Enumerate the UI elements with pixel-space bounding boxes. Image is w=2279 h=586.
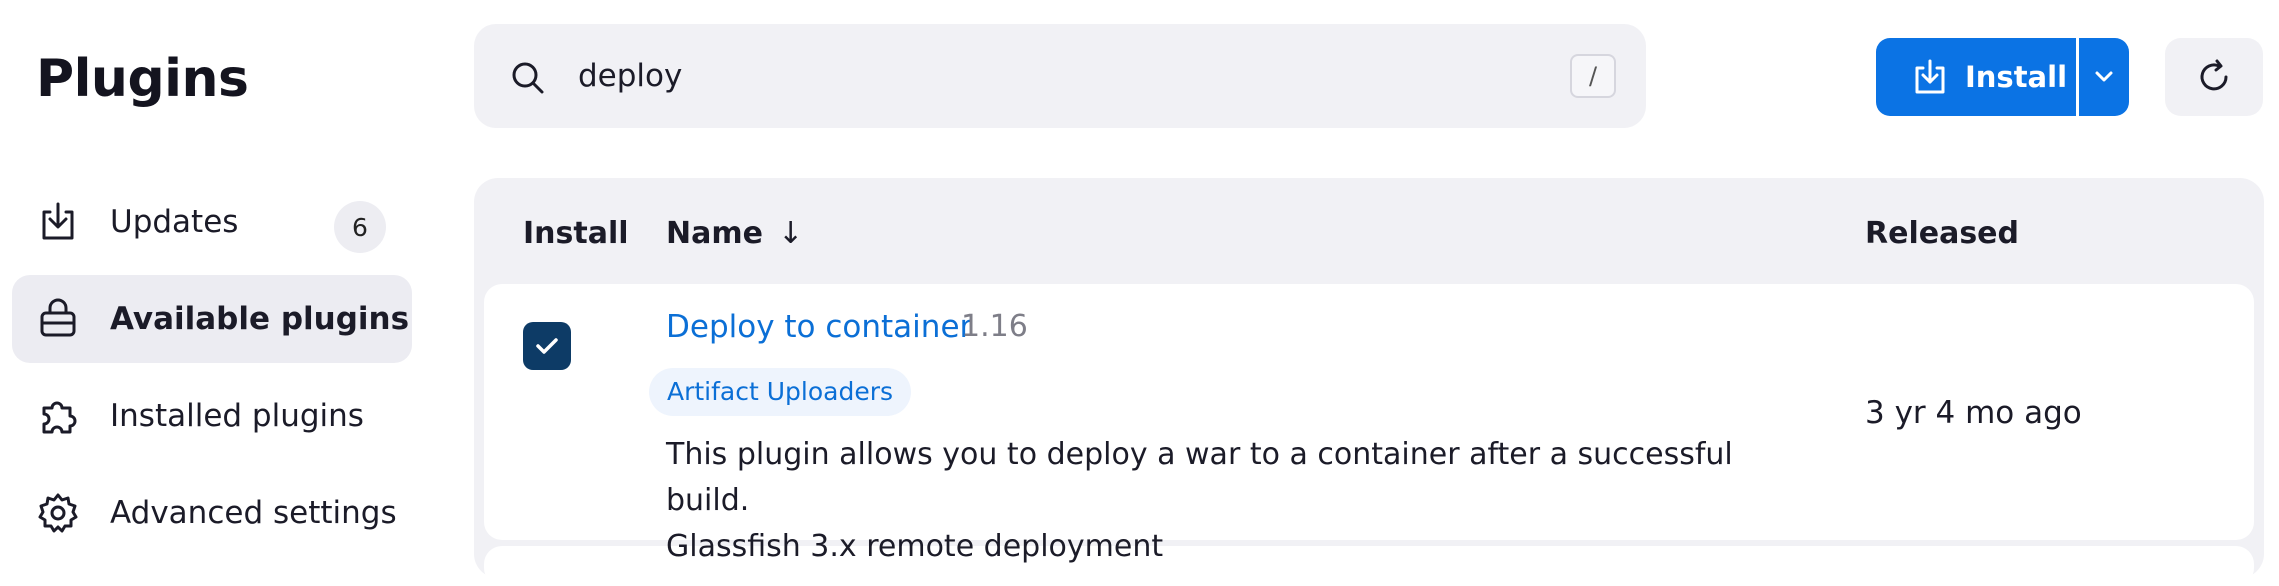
chevron-down-icon	[2095, 71, 2113, 82]
search-input[interactable]	[578, 52, 1478, 100]
shopping-bag-icon	[40, 298, 76, 337]
column-header-released[interactable]: Released	[1865, 214, 2019, 254]
keyboard-shortcut-hint: /	[1570, 54, 1616, 98]
column-header-install: Install	[523, 216, 629, 251]
sidebar-item-label: Updates	[110, 204, 239, 240]
refresh-button[interactable]	[2165, 38, 2263, 116]
description-line: Glassfish 3.x remote deployment	[666, 529, 1164, 564]
page-title: Plugins	[36, 49, 249, 109]
plugin-name-link[interactable]: Deploy to container	[666, 306, 972, 348]
install-checkbox[interactable]	[523, 322, 571, 370]
sidebar-item-label: Advanced settings	[110, 495, 397, 531]
download-tray-icon	[42, 202, 74, 240]
refresh-icon	[2200, 59, 2228, 91]
column-header-name[interactable]: Name	[666, 214, 763, 254]
install-button-label: Install	[1965, 60, 2068, 94]
updates-count-badge: 6	[334, 201, 386, 253]
released-date: 3 yr 4 mo ago	[1865, 395, 2082, 431]
download-icon	[1915, 59, 1945, 94]
description-line: This plugin allows you to deploy a war t…	[666, 437, 1733, 518]
category-tag[interactable]: Artifact Uploaders	[649, 368, 912, 416]
sort-arrow-icon[interactable]: ↓	[778, 214, 803, 254]
search-bar[interactable]: /	[474, 24, 1646, 128]
puzzle-piece-icon	[42, 401, 77, 434]
sidebar-item-available-plugins[interactable]: Available plugins	[12, 275, 412, 363]
plugin-description: This plugin allows you to deploy a war t…	[666, 432, 1816, 570]
gear-icon	[38, 493, 78, 533]
sidebar-item-installed-plugins[interactable]: Installed plugins	[12, 372, 412, 460]
sidebar-item-label: Installed plugins	[110, 398, 364, 434]
sidebar-item-label: Available plugins	[110, 301, 410, 337]
sidebar-item-advanced-settings[interactable]: Advanced settings	[12, 469, 412, 557]
plugin-version: 1.16	[961, 309, 1028, 344]
search-icon	[512, 62, 544, 94]
install-button[interactable]: Install	[1876, 38, 2076, 116]
checkmark-icon	[536, 338, 558, 354]
sidebar-item-updates[interactable]: Updates 6	[12, 178, 412, 266]
install-options-dropdown[interactable]	[2079, 38, 2129, 116]
